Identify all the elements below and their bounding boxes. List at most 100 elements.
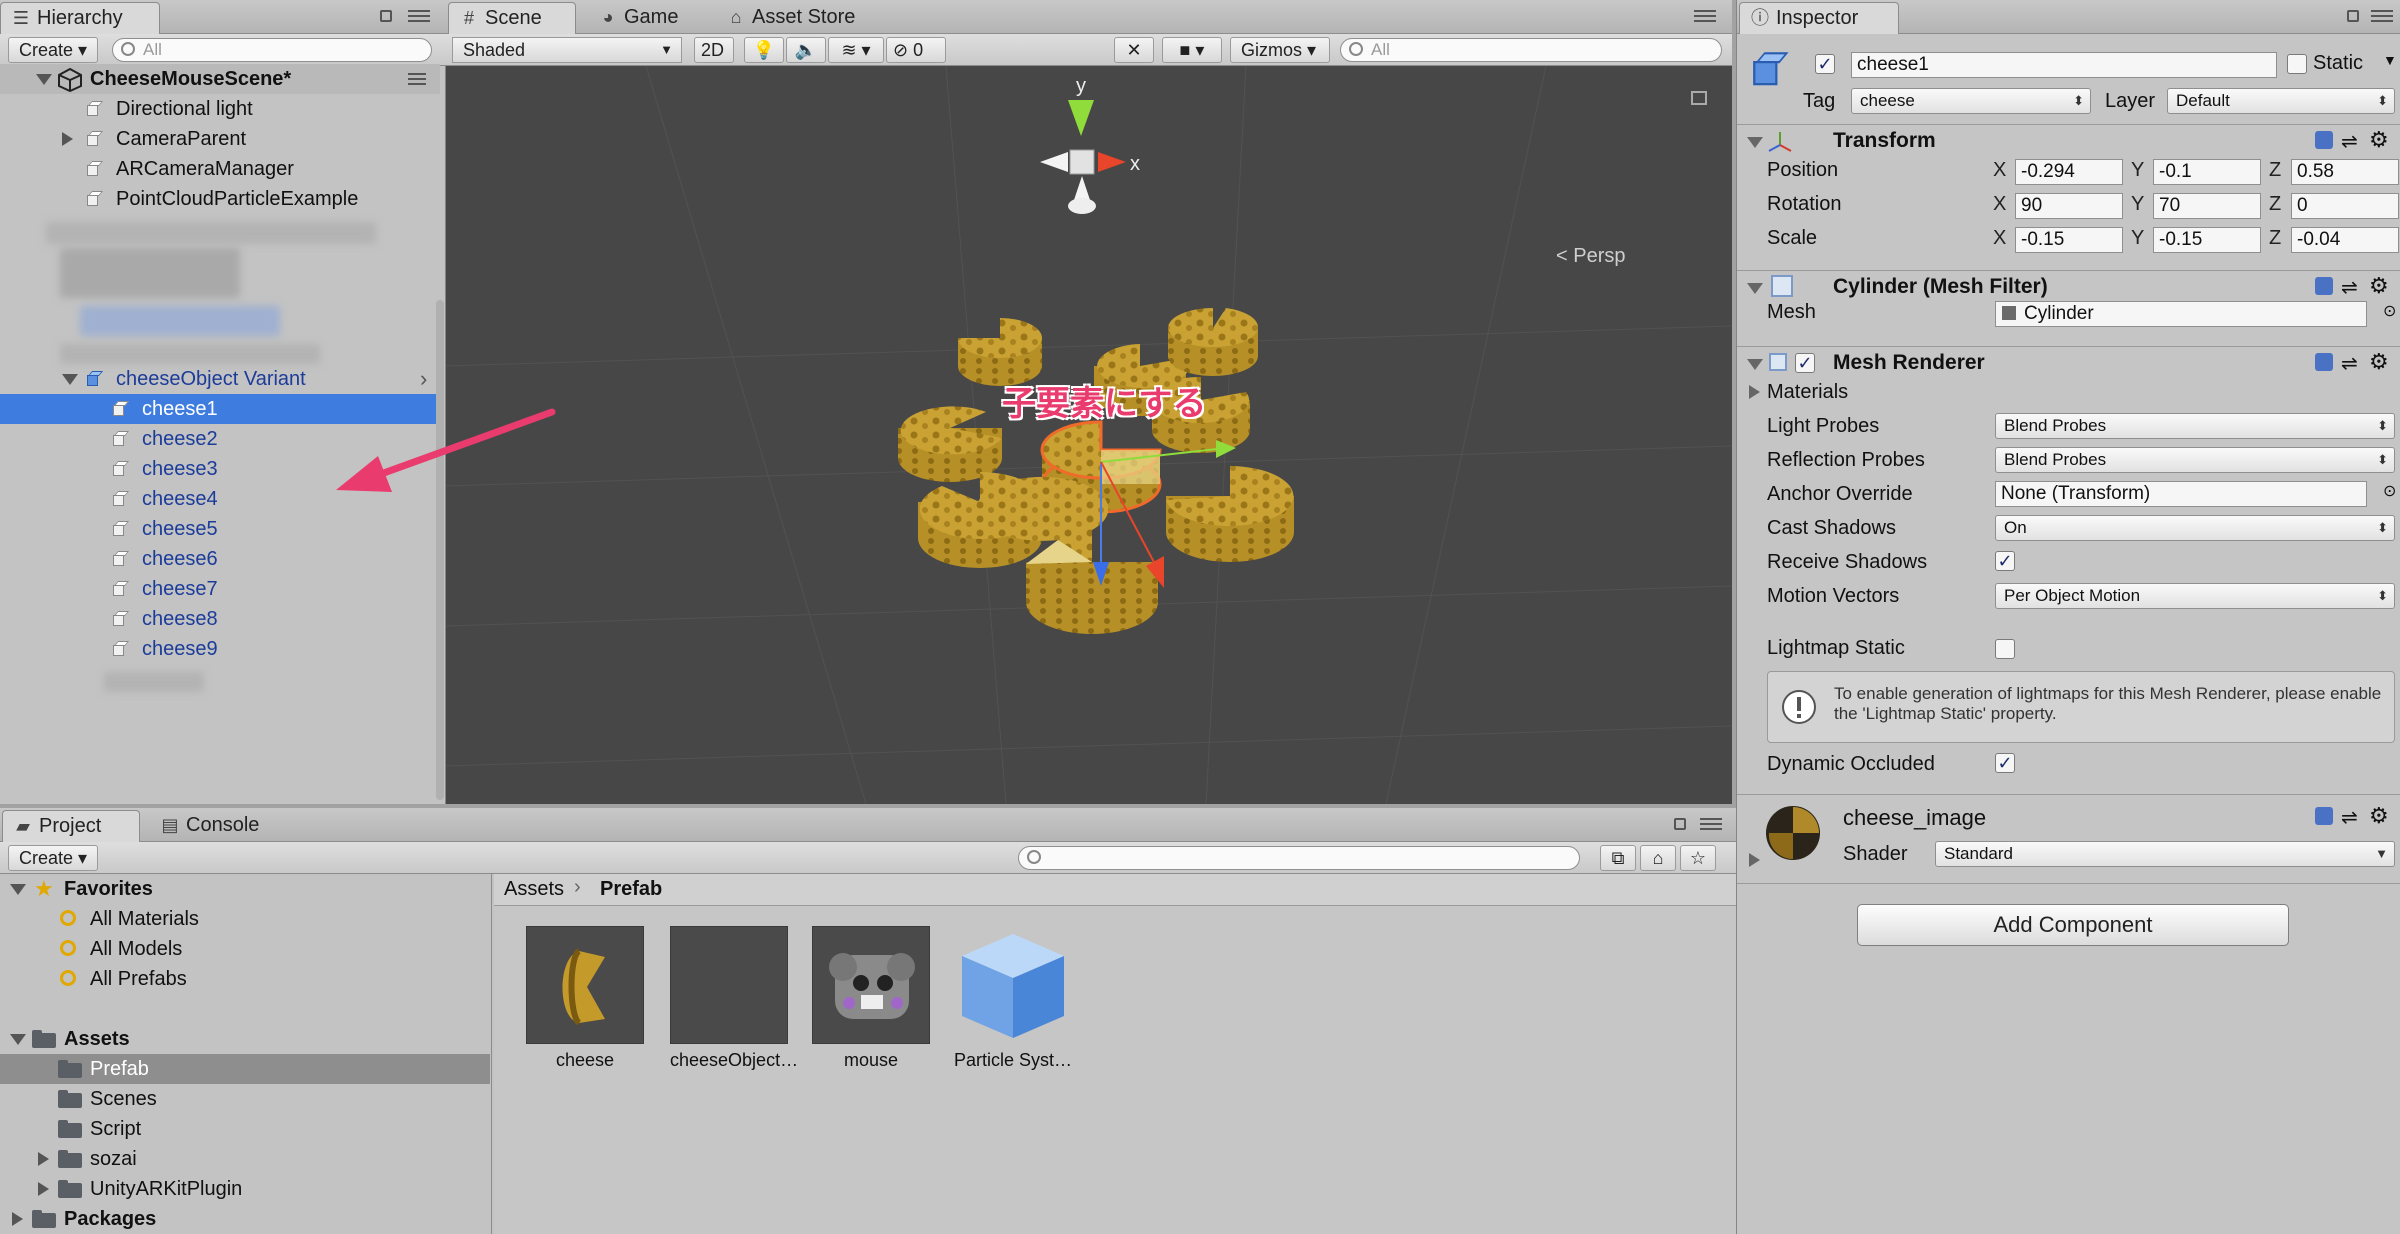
favorite-all-models[interactable]: All Models [0,934,490,964]
hierarchy-item-cheese8[interactable]: cheese8 [0,604,440,634]
object-picker-icon[interactable]: ⊙ [2383,481,2396,501]
expand-arrow-icon[interactable] [12,1212,23,1226]
audio-toggle-icon[interactable]: 🔈 [786,37,826,63]
tab-asset-store[interactable]: ⌂ Asset Store [716,2,896,34]
assets-row[interactable]: Assets [0,1024,490,1054]
motion-vectors-dropdown[interactable]: Per Object Motion ⬍ [1995,583,2395,609]
tab-inspector[interactable]: ⓘ Inspector [1739,2,1899,34]
folder-scenes[interactable]: Scenes [0,1084,490,1114]
hierarchy-item-cheese7[interactable]: cheese7 [0,574,440,604]
collapse-arrow-icon[interactable] [1747,283,1763,294]
mesh-renderer-enabled-checkbox[interactable]: ✓ [1795,353,1815,373]
filter-type-icon[interactable]: ⧉ [1600,845,1636,871]
project-create-button[interactable]: Create ▾ [8,845,99,871]
position-x-field[interactable]: -0.294 [2015,159,2123,185]
create-button[interactable]: Create ▾ [8,37,99,63]
tools-icon[interactable]: ✕ [1114,37,1154,63]
panel-menu-icon[interactable] [1700,818,1722,832]
rotation-z-field[interactable]: 0 [2291,193,2399,219]
packages-row[interactable]: Packages [0,1204,490,1234]
gear-icon[interactable]: ⚙ [2369,273,2389,299]
position-y-field[interactable]: -0.1 [2153,159,2261,185]
gear-icon[interactable]: ⚙ [2369,127,2389,153]
favorites-row[interactable]: ★ Favorites [0,874,490,904]
hierarchy-scrollbar[interactable] [436,300,444,800]
breadcrumb-prefab[interactable]: Prefab [600,878,662,901]
persp-label[interactable]: < Persp [1556,245,1625,267]
expand-arrow-icon[interactable] [1749,385,1760,399]
scene-canvas[interactable]: y x < Persp [446,66,1732,804]
lighting-toggle-icon[interactable]: 💡 [744,37,784,63]
cheese-wheel[interactable] [1166,466,1294,562]
effects-dropdown-icon[interactable]: ≋ ▾ [828,37,884,63]
lock-icon[interactable] [2347,10,2359,22]
tag-dropdown[interactable]: cheese ⬍ [1851,88,2091,114]
presets-icon[interactable]: ⇌ [2341,129,2358,154]
hierarchy-item-ar-camera-manager[interactable]: ARCameraManager [0,154,440,184]
scene-root-row[interactable]: CheeseMouseScene* [0,64,440,94]
folder-script[interactable]: Script [0,1114,490,1144]
favorite-all-prefabs[interactable]: All Prefabs [0,964,490,994]
layer-dropdown[interactable]: Default ⬍ [2167,88,2395,114]
cheese-wheel[interactable] [898,406,1002,482]
hierarchy-item-camera-parent[interactable]: CameraParent [0,124,440,154]
collapse-arrow-icon[interactable] [1747,359,1763,370]
tab-console[interactable]: ▤ Console [150,810,290,842]
tab-scene[interactable]: # Scene [448,2,576,34]
gizmos-dropdown[interactable]: Gizmos ▾ [1230,37,1330,63]
mesh-object-field[interactable]: Cylinder [1995,301,2367,327]
hierarchy-item-cheese-object-variant[interactable]: cheeseObject Variant › [0,364,440,394]
shading-mode-dropdown[interactable]: Shaded ▼ [452,37,682,63]
help-icon[interactable] [2315,277,2333,295]
active-checkbox[interactable]: ✓ [1815,54,1835,74]
favorite-all-materials[interactable]: All Materials [0,904,490,934]
receive-shadows-checkbox[interactable]: ✓ [1995,551,2015,571]
cast-shadows-dropdown[interactable]: On ⬍ [1995,515,2395,541]
expand-arrow-icon[interactable] [36,74,52,85]
scene-menu-icon[interactable] [408,73,426,87]
expand-arrow-icon[interactable] [62,374,78,385]
help-icon[interactable] [2315,807,2333,825]
scale-x-field[interactable]: -0.15 [2015,227,2123,253]
folder-prefab[interactable]: Prefab [0,1054,490,1084]
lightmap-static-checkbox[interactable]: ✓ [1995,639,2015,659]
tab-game[interactable]: ◕ Game [588,2,708,34]
hierarchy-item-cheese9[interactable]: cheese9 [0,634,440,664]
folder-unity-arkit-plugin[interactable]: UnityARKitPlugin [0,1174,490,1204]
hierarchy-search-input[interactable]: All [112,38,432,62]
tab-hierarchy[interactable]: ☰ Hierarchy [0,2,160,34]
tab-project[interactable]: ▰ Project [2,810,140,842]
expand-arrow-icon[interactable] [1749,853,1760,867]
lock-icon[interactable] [1691,91,1707,105]
hidden-objects-toggle[interactable]: ⊘ 0 [886,37,946,63]
asset-cheese-object[interactable]: cheeseObject… [670,926,798,1071]
chevron-right-icon[interactable]: › [420,364,427,394]
expand-arrow-icon[interactable] [10,884,26,895]
filter-label-icon[interactable]: ⌂ [1640,845,1676,871]
static-checkbox[interactable]: ✓ [2287,54,2307,74]
rotation-y-field[interactable]: 70 [2153,193,2261,219]
help-icon[interactable] [2315,131,2333,149]
hierarchy-item-cheese6[interactable]: cheese6 [0,544,440,574]
help-icon[interactable] [2315,353,2333,371]
add-component-button[interactable]: Add Component [1857,904,2289,946]
hierarchy-item-point-cloud[interactable]: PointCloudParticleExample [0,184,440,214]
panel-menu-icon[interactable] [408,10,430,24]
favorite-star-icon[interactable]: ☆ [1680,845,1716,871]
orientation-gizmo[interactable] [1040,100,1126,214]
camera-dropdown-icon[interactable]: ■ ▾ [1162,37,1222,63]
presets-icon[interactable]: ⇌ [2341,351,2358,376]
light-probes-dropdown[interactable]: Blend Probes ⬍ [1995,413,2395,439]
asset-cheese[interactable]: cheese [526,926,644,1071]
expand-arrow-icon[interactable] [10,1034,26,1045]
anchor-override-field[interactable]: None (Transform) [1995,481,2367,507]
folder-sozai[interactable]: sozai [0,1144,490,1174]
asset-mouse[interactable]: mouse [812,926,930,1071]
rotation-x-field[interactable]: 90 [2015,193,2123,219]
static-dropdown-icon[interactable]: ▼ [2383,52,2397,68]
hierarchy-item-directional-light[interactable]: Directional light [0,94,440,124]
scene-search-input[interactable]: All [1340,38,1722,62]
project-search-input[interactable] [1018,846,1580,870]
gear-icon[interactable]: ⚙ [2369,349,2389,375]
shader-dropdown[interactable]: Standard ▼ [1935,841,2395,867]
